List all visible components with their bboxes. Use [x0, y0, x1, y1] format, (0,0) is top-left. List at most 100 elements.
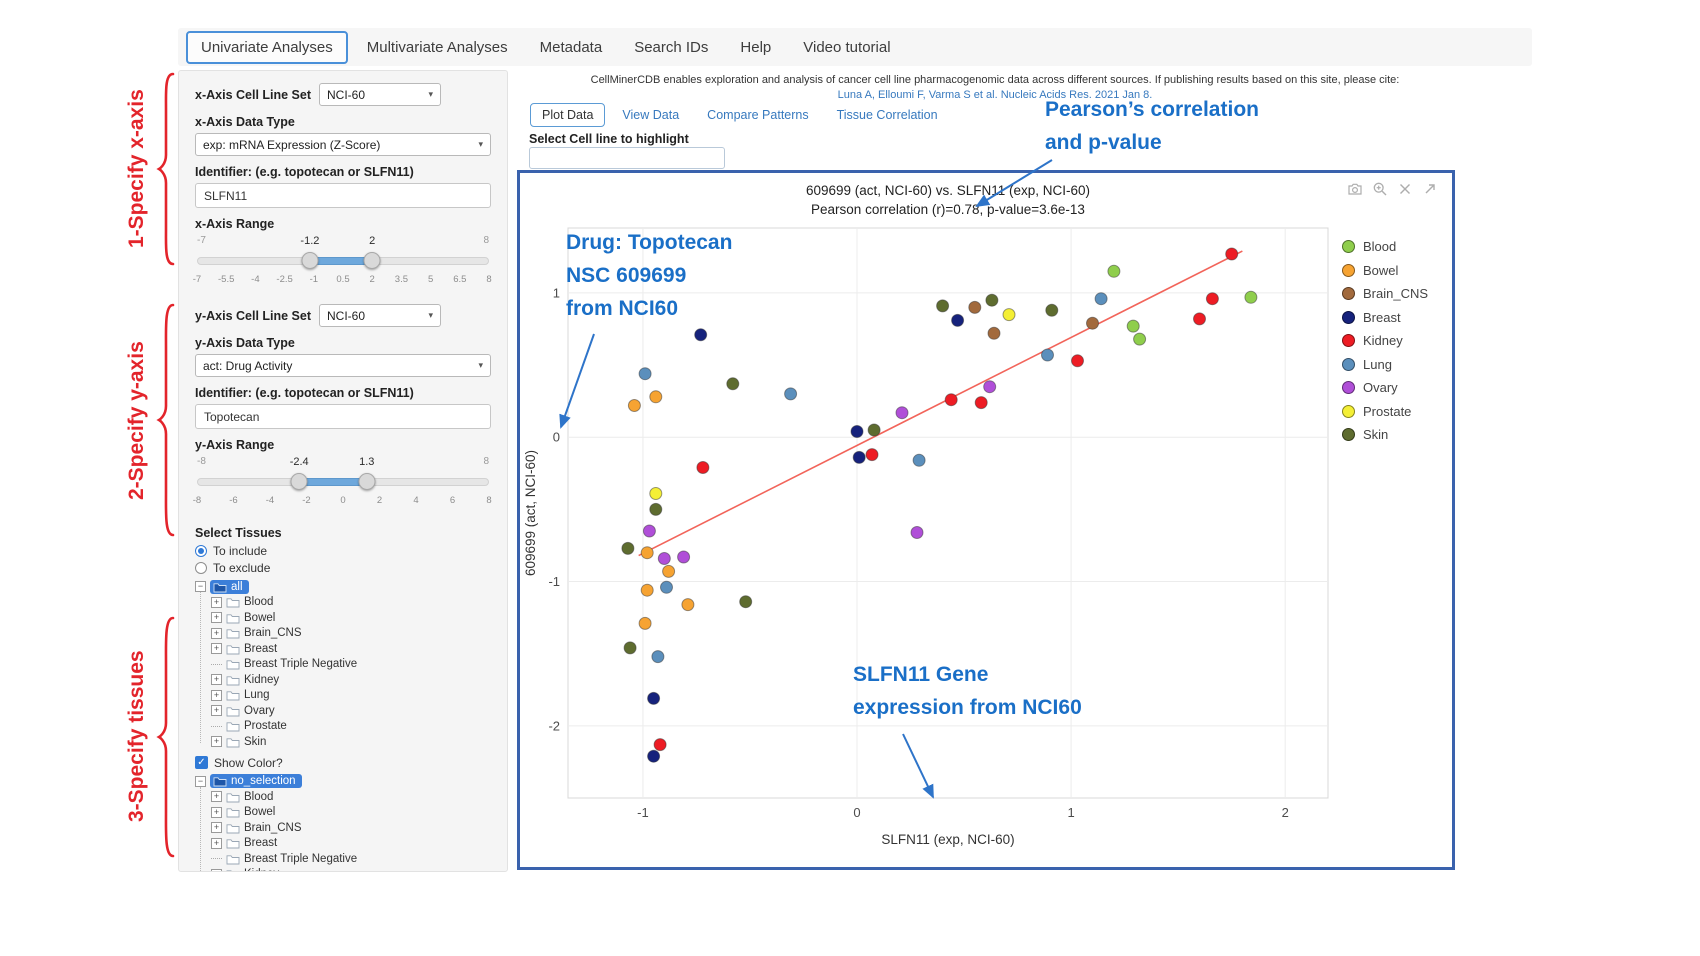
highlight-cell-line-label: Select Cell line to highlight — [529, 132, 689, 146]
expand-icon[interactable]: + — [211, 838, 222, 849]
legend-item-brain-cns[interactable]: Brain_CNS — [1342, 286, 1428, 301]
expand-icon[interactable]: + — [211, 705, 222, 716]
slider-handle-min[interactable] — [301, 252, 318, 269]
annotation-step3: 3-Specify tissues — [125, 652, 149, 822]
tree-item-brain-cns[interactable]: +Brain_CNS — [211, 820, 491, 836]
expand-icon[interactable]: + — [211, 807, 222, 818]
tree-item-bowel[interactable]: +Bowel — [211, 610, 491, 626]
svg-text:1: 1 — [1067, 805, 1074, 820]
folder-icon — [226, 627, 240, 639]
page: 1-Specify x-axis 2-Specify y-axis 3-Spec… — [0, 0, 1700, 956]
x-data-type-select[interactable]: exp: mRNA Expression (Z-Score) ▾ — [195, 133, 491, 156]
tree-item-ovary[interactable]: +Ovary — [211, 703, 491, 719]
tab-plot-data[interactable]: Plot Data — [530, 103, 605, 127]
nav-tab-search-ids[interactable]: Search IDs — [621, 33, 721, 62]
nav-tab-video-tutorial[interactable]: Video tutorial — [790, 33, 903, 62]
tree-item-prostate[interactable]: Prostate — [211, 719, 491, 735]
expand-icon[interactable]: + — [211, 628, 222, 639]
tree-item-kidney[interactable]: +Kidney — [211, 672, 491, 688]
folder-icon — [226, 720, 240, 732]
tree-root-all[interactable]: −all — [195, 579, 491, 595]
legend-dot-icon — [1342, 287, 1355, 300]
collapse-icon[interactable]: − — [195, 581, 206, 592]
x-cell-line-set-select[interactable]: NCI-60 ▾ — [319, 83, 441, 106]
legend-item-ovary[interactable]: Ovary — [1342, 380, 1428, 395]
nav-tab-help[interactable]: Help — [727, 33, 784, 62]
radio-to-exclude[interactable]: To exclude — [195, 561, 491, 575]
svg-text:-2: -2 — [548, 718, 560, 733]
tree-item-skin[interactable]: +Skin — [211, 734, 491, 750]
annotation-step1: 1-Specify x-axis — [125, 88, 149, 248]
tree-root-no-selection[interactable]: −no_selection — [195, 774, 491, 790]
expand-icon[interactable]: + — [211, 791, 222, 802]
slider-handle-max[interactable] — [358, 473, 375, 490]
y-cell-line-set-select[interactable]: NCI-60 ▾ — [319, 304, 441, 327]
expand-icon[interactable]: + — [211, 736, 222, 747]
tree-item-brain-cns[interactable]: +Brain_CNS — [211, 626, 491, 642]
tree-item-bowel[interactable]: +Bowel — [211, 805, 491, 821]
y-identifier-input[interactable] — [195, 404, 491, 429]
folder-icon — [226, 837, 240, 849]
tree-item-breast[interactable]: +Breast — [211, 641, 491, 657]
legend-item-prostate[interactable]: Prostate — [1342, 404, 1428, 419]
radio-to-include[interactable]: To include — [195, 544, 491, 558]
expand-icon[interactable]: + — [211, 597, 222, 608]
slider-selected-range[interactable] — [299, 478, 367, 486]
expand-icon[interactable]: + — [211, 690, 222, 701]
svg-text:-1: -1 — [637, 805, 649, 820]
checkbox-checked-icon: ✓ — [195, 756, 208, 769]
nav-tab-multivariate-analyses[interactable]: Multivariate Analyses — [354, 33, 521, 62]
legend-item-kidney[interactable]: Kidney — [1342, 333, 1428, 348]
legend-dot-icon — [1342, 428, 1355, 441]
svg-text:609699 (act, NCI-60): 609699 (act, NCI-60) — [523, 450, 538, 576]
legend-item-blood[interactable]: Blood — [1342, 239, 1428, 254]
nav-tab-metadata[interactable]: Metadata — [527, 33, 616, 62]
chevron-down-icon: ▾ — [428, 89, 433, 100]
y-data-type-select[interactable]: act: Drug Activity ▾ — [195, 354, 491, 377]
radio-unselected-icon — [195, 562, 207, 574]
y-range-slider[interactable]: -88-2.41.3-8-6-4-202468 — [197, 456, 489, 512]
tree-item-blood[interactable]: +Blood — [211, 789, 491, 805]
tab-tissue-correlation[interactable]: Tissue Correlation — [826, 104, 949, 126]
slider-from-value: -1.2 — [300, 235, 319, 247]
collapse-icon[interactable]: − — [195, 776, 206, 787]
highlight-cell-line-input[interactable] — [529, 147, 725, 169]
folder-icon — [226, 853, 240, 865]
svg-text:1: 1 — [553, 285, 560, 300]
legend-item-breast[interactable]: Breast — [1342, 310, 1428, 325]
show-color-checkbox[interactable]: ✓ Show Color? — [195, 756, 491, 770]
svg-text:0: 0 — [553, 430, 560, 445]
tab-view-data[interactable]: View Data — [611, 104, 690, 126]
svg-text:SLFN11 (exp, NCI-60): SLFN11 (exp, NCI-60) — [881, 832, 1014, 847]
citation-link[interactable]: Luna A, Elloumi F, Varma S et al. Nuclei… — [520, 89, 1470, 101]
svg-text:-1: -1 — [548, 574, 560, 589]
annotation-drug: Drug: Topotecan NSC 609699 from NCI60 — [566, 226, 732, 325]
y-range-label: y-Axis Range — [195, 438, 491, 452]
expand-icon[interactable]: + — [211, 643, 222, 654]
expand-icon[interactable]: + — [211, 869, 222, 872]
x-identifier-input[interactable] — [195, 183, 491, 208]
slider-handle-max[interactable] — [364, 252, 381, 269]
tree-item-kidney[interactable]: +Kidney — [211, 867, 491, 873]
expand-icon[interactable]: + — [211, 674, 222, 685]
legend-item-skin[interactable]: Skin — [1342, 427, 1428, 442]
citation-text: CellMinerCDB enables exploration and ana… — [520, 74, 1470, 86]
slider-handle-min[interactable] — [291, 473, 308, 490]
legend-dot-icon — [1342, 311, 1355, 324]
expand-icon[interactable]: + — [211, 612, 222, 623]
svg-text:0: 0 — [853, 805, 860, 820]
select-tissues-label: Select Tissues — [195, 526, 491, 540]
legend-item-lung[interactable]: Lung — [1342, 357, 1428, 372]
tree-item-breast-triple-negative[interactable]: Breast Triple Negative — [211, 851, 491, 867]
nav-tab-univariate-analyses[interactable]: Univariate Analyses — [186, 31, 348, 64]
tree-item-lung[interactable]: +Lung — [211, 688, 491, 704]
plot-legend: Blood Bowel Brain_CNS Breast Kidney Lung Ovary… — [1342, 239, 1428, 451]
legend-item-bowel[interactable]: Bowel — [1342, 263, 1428, 278]
expand-icon[interactable]: + — [211, 822, 222, 833]
folder-icon — [226, 612, 240, 624]
tree-item-breast-triple-negative[interactable]: Breast Triple Negative — [211, 657, 491, 673]
tree-item-blood[interactable]: +Blood — [211, 595, 491, 611]
x-range-slider[interactable]: -78-1.22-7-5.5-4-2.5-10.523.556.58 — [197, 235, 489, 291]
tab-compare-patterns[interactable]: Compare Patterns — [696, 104, 819, 126]
tree-item-breast[interactable]: +Breast — [211, 836, 491, 852]
